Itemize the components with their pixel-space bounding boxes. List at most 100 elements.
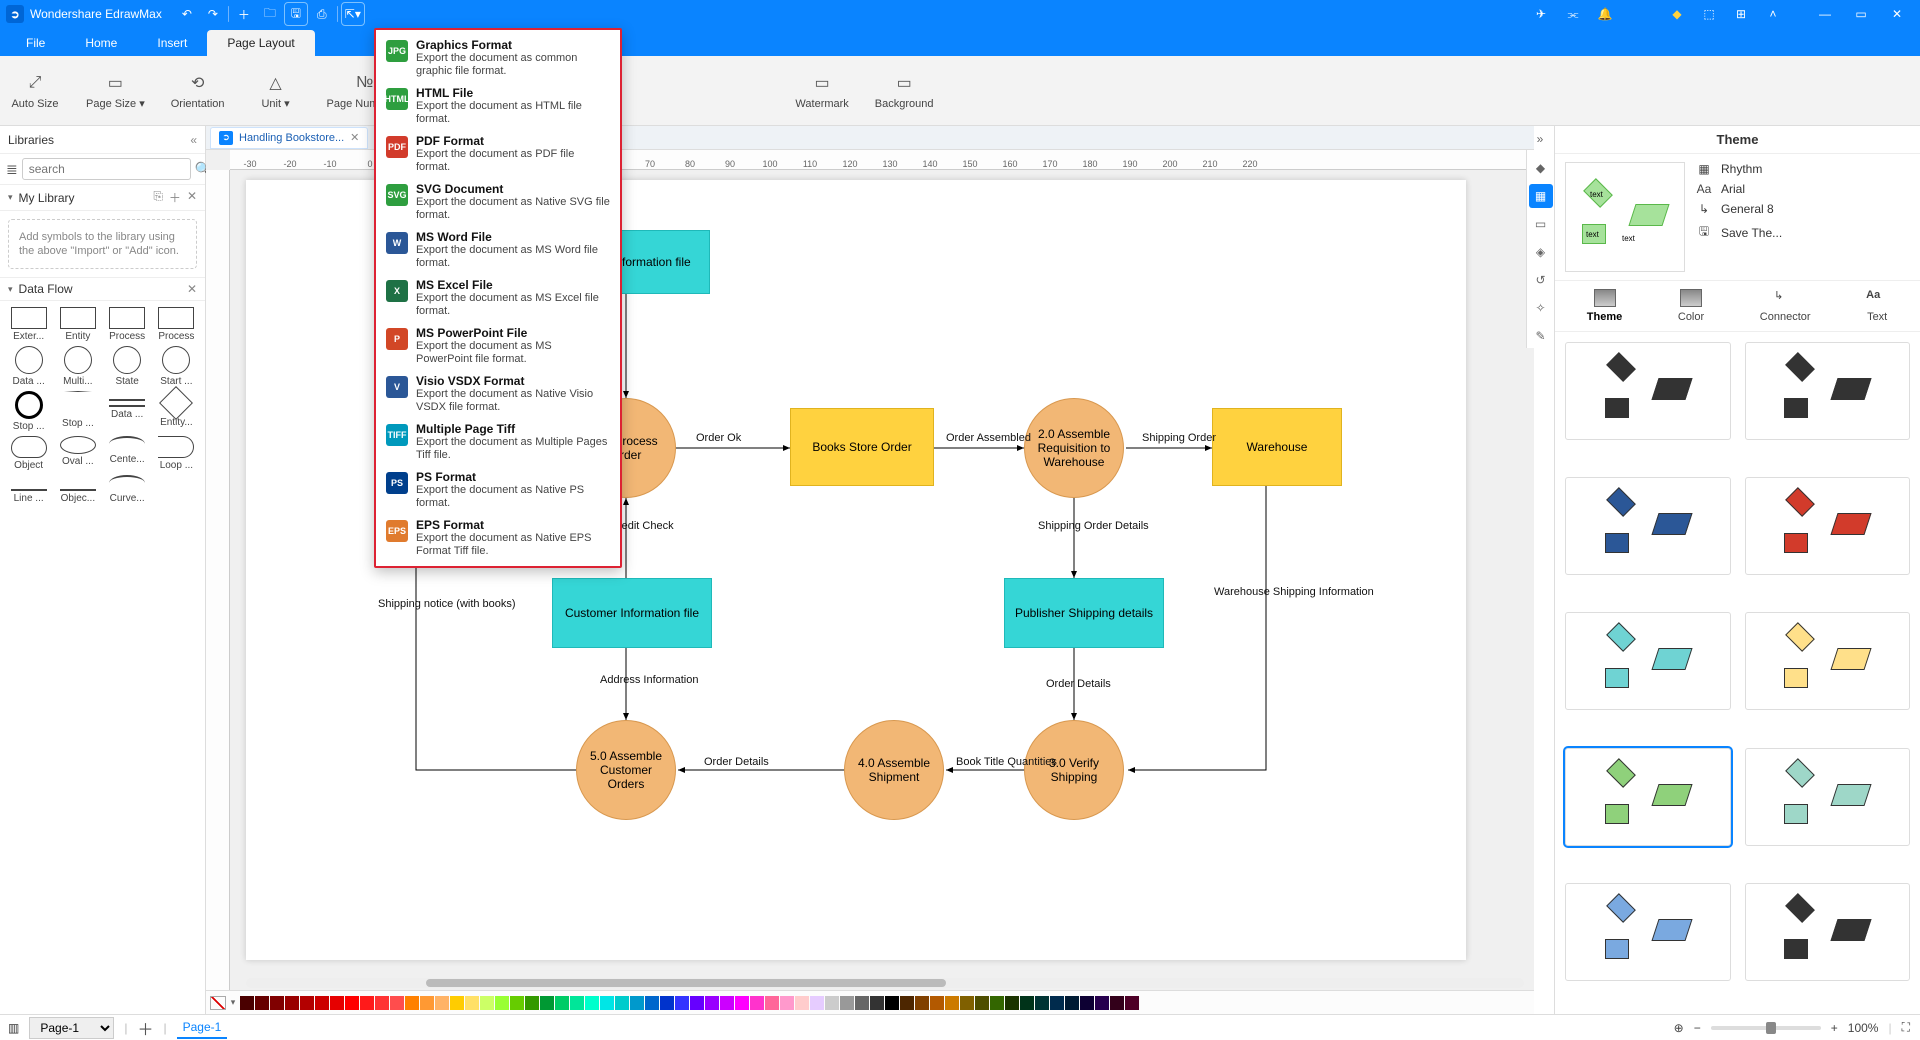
scrollbar-thumb[interactable] [426,979,946,987]
theme-swatch[interactable] [1565,748,1731,846]
theme-swatch[interactable] [1565,883,1731,981]
shape-item[interactable]: Exter... [6,307,51,342]
color-dropdown-icon[interactable]: ▾ [227,997,239,1008]
undo-icon[interactable]: ↶ [176,3,198,25]
export-item[interactable]: JPGGraphics FormatExport the document as… [376,34,620,82]
shape-item[interactable]: Cente... [105,436,150,471]
color-swatch[interactable] [405,996,419,1010]
document-tab[interactable]: ➲ Handling Bookstore... ✕ [210,127,368,149]
color-swatch[interactable] [945,996,959,1010]
color-swatch[interactable] [390,996,404,1010]
color-swatch[interactable] [525,996,539,1010]
color-swatch[interactable] [795,996,809,1010]
menu-home[interactable]: Home [65,30,137,56]
theme-swatch[interactable] [1565,477,1731,575]
theme-swatch[interactable] [1745,612,1911,710]
color-swatch[interactable] [630,996,644,1010]
ribbon-page-size[interactable]: ▭Page Size ▾ [86,72,145,110]
color-swatch[interactable] [645,996,659,1010]
color-swatch[interactable] [915,996,929,1010]
minimize-button[interactable]: — [1808,3,1842,25]
theme-opt-font[interactable]: AaArial [1695,182,1910,196]
color-swatch[interactable] [285,996,299,1010]
shape-item[interactable]: Entity [55,307,100,342]
zoom-in-icon[interactable]: + [1831,1021,1838,1035]
color-swatch[interactable] [270,996,284,1010]
color-swatch[interactable] [765,996,779,1010]
shape-item[interactable]: Loop ... [154,436,199,471]
color-swatch[interactable] [1050,996,1064,1010]
color-swatch[interactable] [960,996,974,1010]
color-swatch[interactable] [885,996,899,1010]
shape-item[interactable]: Curve... [105,475,150,504]
color-swatch[interactable] [450,996,464,1010]
color-swatch[interactable] [510,996,524,1010]
export-item[interactable]: PDFPDF FormatExport the document as PDF … [376,130,620,178]
collapse-ribbon-icon[interactable]: ˄ [1762,3,1784,25]
widget1-icon[interactable]: ⬚ [1698,3,1720,25]
add-page-button[interactable]: ＋ [137,1016,153,1040]
color-swatch[interactable] [1035,996,1049,1010]
arrange-icon[interactable]: ✧ [1529,296,1553,320]
ribbon-orientation[interactable]: ⟲Orientation [171,72,225,110]
node-assemble-cust[interactable]: 5.0 Assemble Customer Orders [576,720,676,820]
color-swatch[interactable] [435,996,449,1010]
page-tab[interactable]: Page-1 [177,1017,228,1039]
color-swatch[interactable] [930,996,944,1010]
color-swatch[interactable] [300,996,314,1010]
add-icon[interactable]: ＋ [169,189,181,206]
color-swatch[interactable] [360,996,374,1010]
theme-swatch[interactable] [1745,748,1911,846]
close-section-icon[interactable]: ✕ [187,189,197,206]
shape-item[interactable]: State [105,346,150,387]
node-assemble-req[interactable]: 2.0 Assemble Requisition to Warehouse [1024,398,1124,498]
zoom-slider[interactable] [1711,1026,1821,1030]
export-dropdown-icon[interactable]: ⇱▾ [342,3,364,25]
ribbon-background[interactable]: ▭Background [875,72,934,110]
shape-item[interactable]: Objec... [55,475,100,504]
ribbon-auto-size[interactable]: ⤢Auto Size [10,72,60,110]
theme-opt-connector[interactable]: ↳General 8 [1695,202,1910,216]
theme-icon[interactable]: ▦ [1529,184,1553,208]
node-cust-info[interactable]: Customer Information file [552,578,712,648]
color-swatch[interactable] [750,996,764,1010]
pages-icon[interactable]: ▥ [8,1021,19,1035]
export-item[interactable]: EPSEPS FormatExport the document as Nati… [376,514,620,562]
theme-tab-connector[interactable]: ↳Connector [1760,289,1811,323]
color-swatch[interactable] [240,996,254,1010]
redo-icon[interactable]: ↷ [202,3,224,25]
page-select[interactable]: Page-1 [29,1017,114,1039]
theme-opt-rhythm[interactable]: ▦Rhythm [1695,162,1910,176]
export-item[interactable]: VVisio VSDX FormatExport the document as… [376,370,620,418]
shape-item[interactable]: Process [154,307,199,342]
shape-item[interactable]: Entity... [154,391,199,432]
side-expand-icon[interactable]: » [1526,128,1554,150]
data-flow-section[interactable]: ▾ Data Flow ✕ [0,277,205,301]
theme-opt-save[interactable]: 🖫Save The... [1695,222,1910,243]
export-item[interactable]: WMS Word FileExport the document as MS W… [376,226,620,274]
color-swatch[interactable] [255,996,269,1010]
color-swatch[interactable] [990,996,1004,1010]
shape-item[interactable]: Data ... [105,391,150,432]
theme-swatch[interactable] [1565,612,1731,710]
menu-page-layout[interactable]: Page Layout [207,30,314,56]
shape-item[interactable]: Start ... [154,346,199,387]
widget2-icon[interactable]: ⊞ [1730,3,1752,25]
color-swatch[interactable] [495,996,509,1010]
new-icon[interactable]: ＋ [233,3,255,25]
color-swatch[interactable] [690,996,704,1010]
color-swatch[interactable] [780,996,794,1010]
color-swatch[interactable] [615,996,629,1010]
horizontal-scrollbar[interactable] [246,978,1524,988]
color-swatch[interactable] [585,996,599,1010]
color-swatch[interactable] [705,996,719,1010]
color-swatch[interactable] [1125,996,1139,1010]
fit-icon[interactable]: ⊕ [1674,1021,1684,1035]
color-swatch[interactable] [975,996,989,1010]
color-swatch[interactable] [810,996,824,1010]
shape-fill-icon[interactable]: ◆ [1529,156,1553,180]
color-swatch[interactable] [465,996,479,1010]
color-swatch[interactable] [480,996,494,1010]
export-item[interactable]: PSPS FormatExport the document as Native… [376,466,620,514]
export-item[interactable]: SVGSVG DocumentExport the document as Na… [376,178,620,226]
